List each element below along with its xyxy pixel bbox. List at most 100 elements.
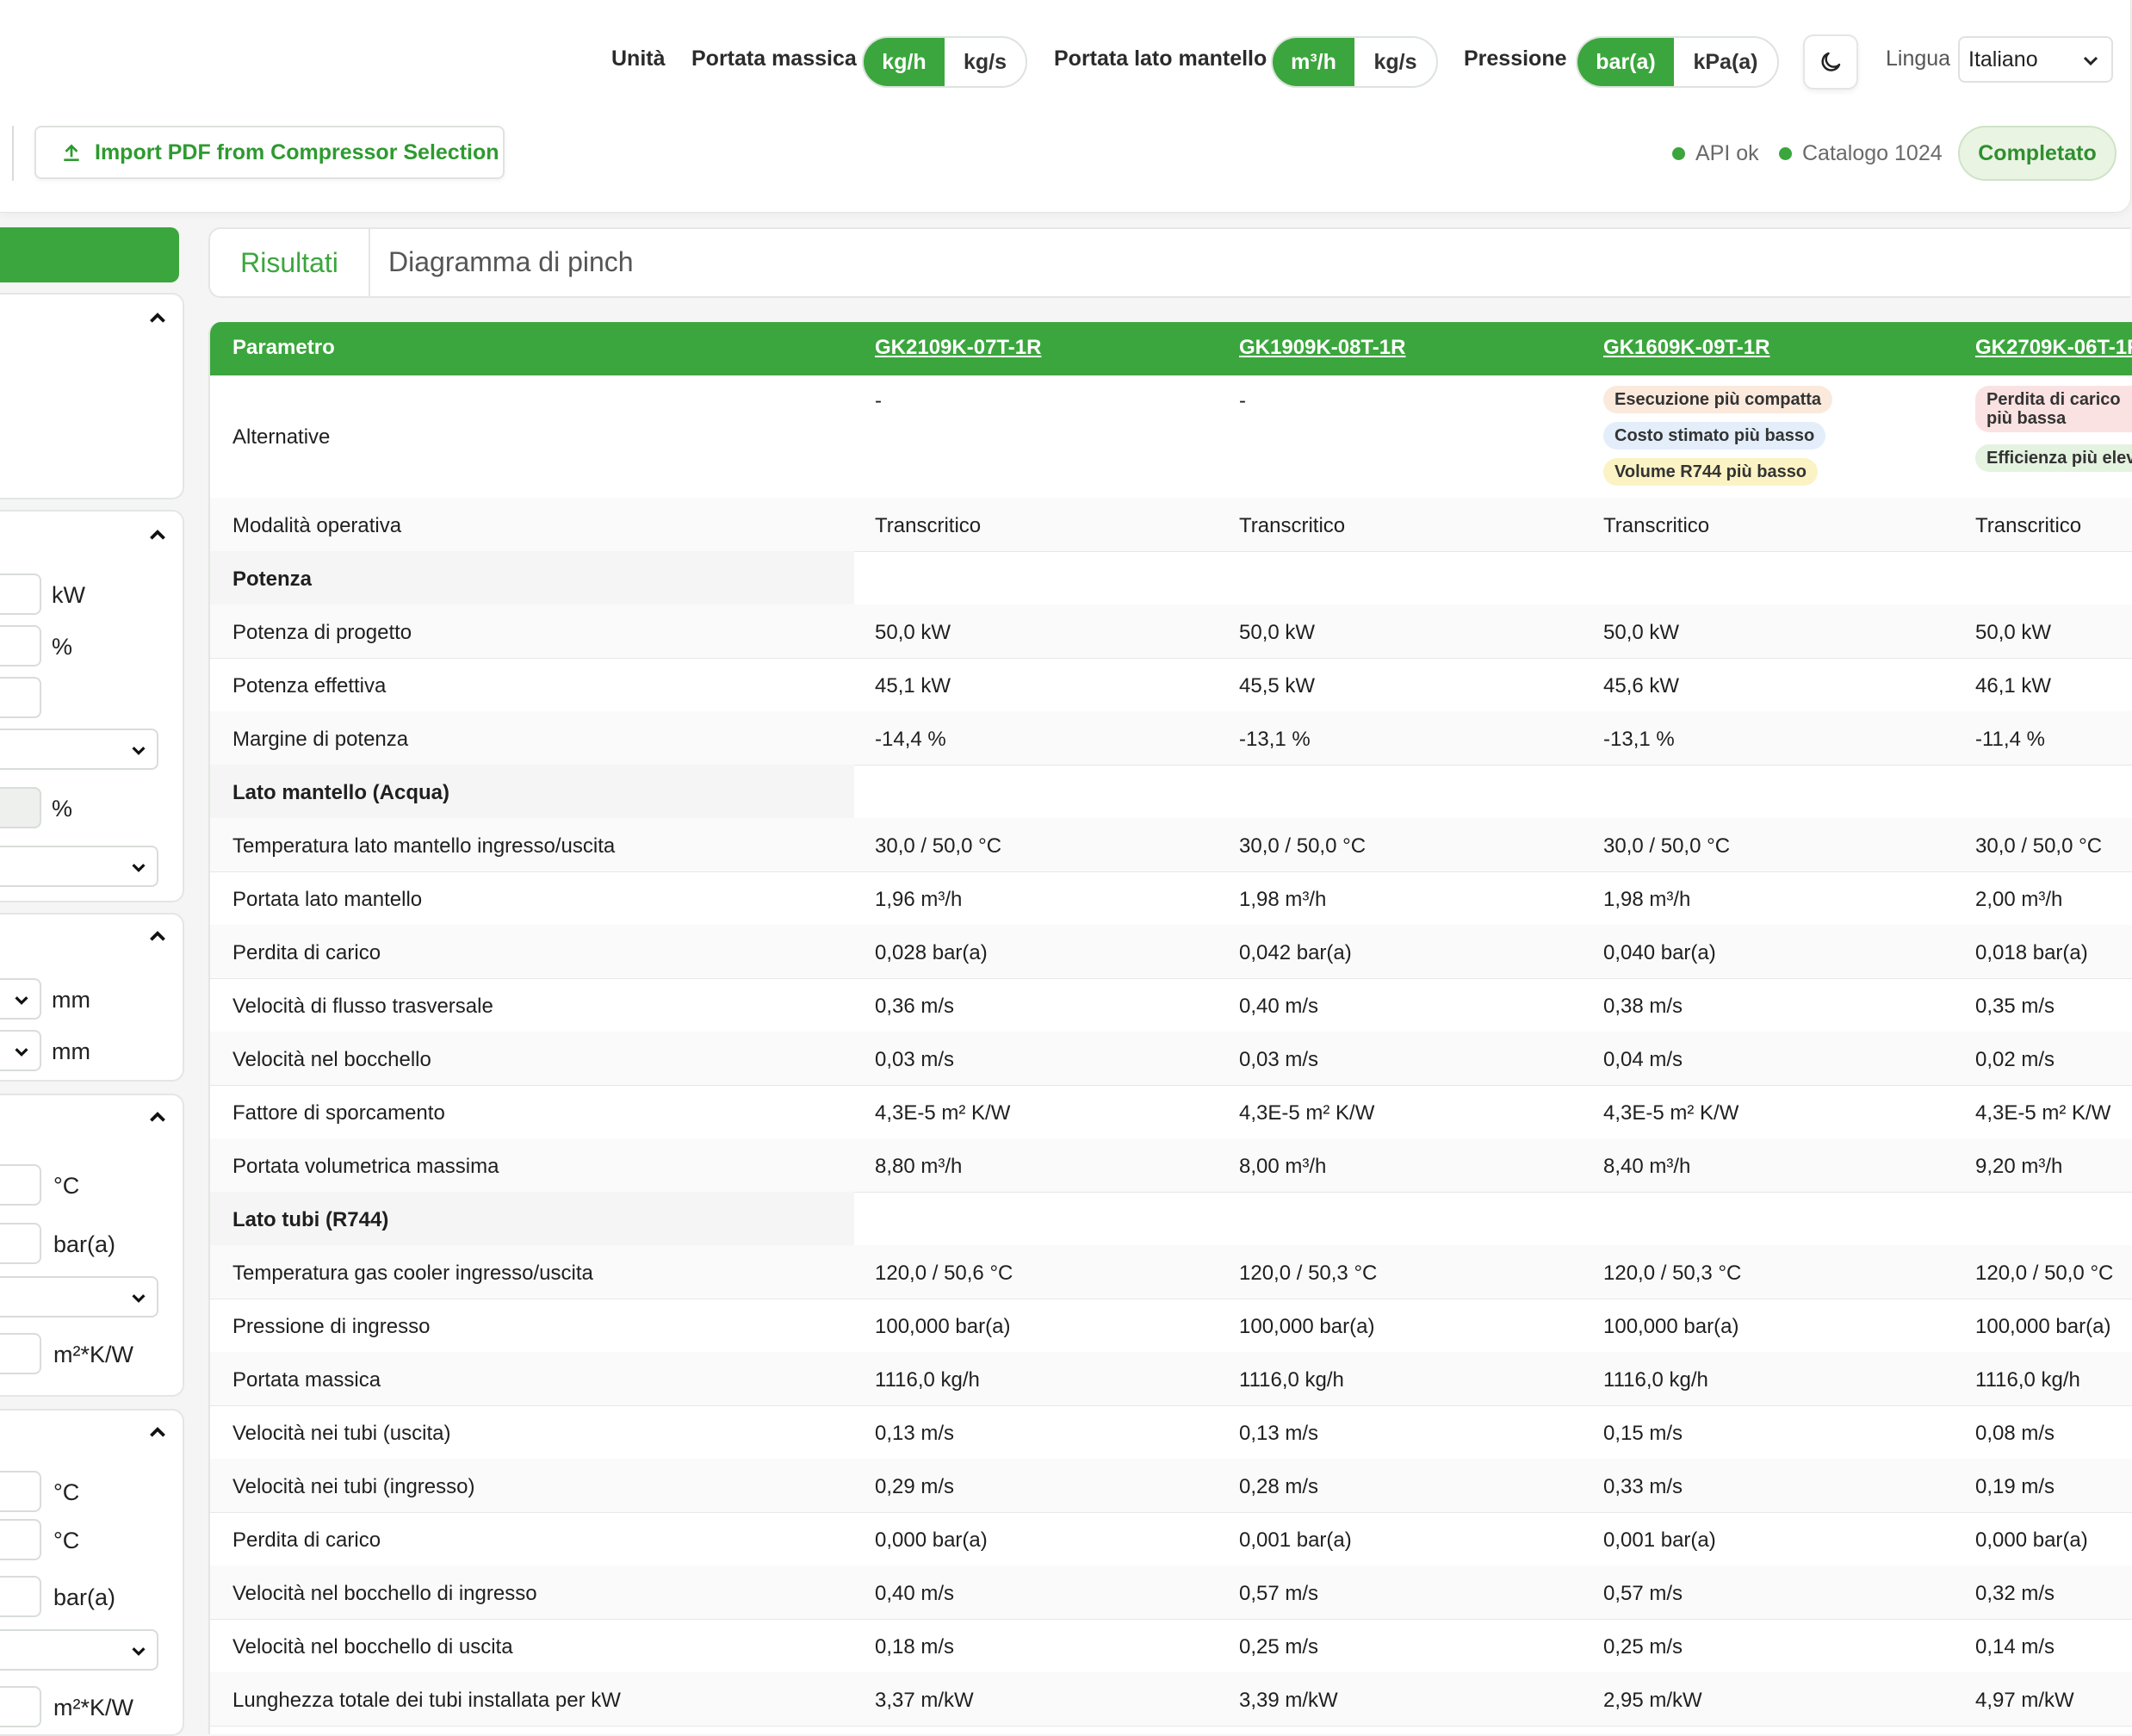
import-pdf-button[interactable]: Import PDF from Compressor Selection <box>34 126 505 179</box>
section-title: Lato tubi (R744) <box>232 1208 389 1231</box>
select-field[interactable] <box>0 728 158 770</box>
unit-label: bar(a) <box>53 1231 116 1257</box>
unit-label: °C <box>53 1528 80 1553</box>
model-link-3[interactable]: GK1609K-09T-1R <box>1603 336 1769 360</box>
table-cell: 0,36 m/s <box>875 995 955 1018</box>
pressure-input[interactable] <box>0 1576 41 1617</box>
table-cell: 100,000 bar(a) <box>1603 1315 1739 1338</box>
table-cell: 0,14 m/s <box>1975 1635 2055 1658</box>
chevron-down-icon <box>132 1647 146 1656</box>
table-cell: 1116,0 kg/h <box>1975 1368 2080 1392</box>
row-label: Portata lato mantello <box>232 888 423 911</box>
row-label: Margine di potenza <box>232 728 409 751</box>
table-cell: Transcritico <box>1975 514 2082 537</box>
unit-label: % <box>52 796 73 822</box>
table-cell: 0,40 m/s <box>1239 995 1319 1018</box>
row-label: Temperatura gas cooler ingresso/uscita <box>232 1262 593 1285</box>
table-cell: 0,018 bar(a) <box>1975 941 2088 964</box>
table-cell: 0,28 m/s <box>1239 1475 1319 1498</box>
temperature-input[interactable] <box>0 1471 41 1512</box>
table-cell: 0,57 m/s <box>1603 1582 1683 1605</box>
mass-flow-kgs-option[interactable]: kg/s <box>945 38 1026 86</box>
power-input[interactable] <box>0 574 41 615</box>
row-label: Velocità nel bocchello <box>232 1048 431 1071</box>
model-link-2[interactable]: GK1909K-08T-1R <box>1239 336 1405 360</box>
chevron-down-icon <box>132 747 146 755</box>
table-cell: 45,6 kW <box>1603 674 1680 698</box>
tab-pinch-diagram[interactable]: Diagramma di pinch <box>388 246 634 278</box>
length-select[interactable] <box>0 1030 41 1071</box>
pressure-bar-option[interactable]: bar(a) <box>1577 38 1674 86</box>
table-cell: 4,3E-5 m² K/W <box>1239 1101 1375 1125</box>
select-field[interactable] <box>0 1276 158 1318</box>
select-field[interactable] <box>0 1629 158 1671</box>
table-cell: 0,13 m/s <box>1239 1422 1319 1445</box>
chevron-down-icon <box>132 864 146 872</box>
table-row: Margine di potenza -14,4 % -13,1 % -13,1 % -… <box>210 711 2132 766</box>
row-label: Velocità di flusso trasversale <box>232 995 493 1018</box>
table-cell: 8,80 m³/h <box>875 1155 963 1178</box>
unit-label: °C <box>53 1173 80 1199</box>
badge-compact: Esecuzione più compatta <box>1603 386 1833 413</box>
row-label: Velocità nel bocchello di uscita <box>232 1635 513 1658</box>
unit-label: kW <box>52 582 85 608</box>
catalog-status: Catalogo 1024 <box>1779 141 1943 166</box>
chevron-up-icon[interactable] <box>146 1106 169 1128</box>
table-cell: 0,25 m/s <box>1603 1635 1683 1658</box>
table-row-alternatives: Alternative - - Esecuzione più compatta … <box>210 375 2132 499</box>
dark-mode-button[interactable] <box>1803 34 1858 90</box>
margin-input[interactable] <box>0 625 41 666</box>
moon-icon <box>1821 52 1841 71</box>
table-cell: 0,25 m/s <box>1239 1635 1319 1658</box>
table-cell: -13,1 % <box>1603 728 1675 751</box>
pressure-kpa-option[interactable]: kPa(a) <box>1674 38 1777 86</box>
unit-label: °C <box>53 1479 80 1505</box>
table-cell: 1,96 m³/h <box>875 888 963 911</box>
pressure-input[interactable] <box>0 1223 41 1264</box>
table-cell: 2,00 m³/h <box>1975 888 2063 911</box>
table-cell: 50,0 kW <box>1239 621 1316 644</box>
row-label: Velocità nei tubi (ingresso) <box>232 1475 475 1498</box>
table-cell: 0,042 bar(a) <box>1239 941 1352 964</box>
shell-flow-kgs-option[interactable]: kg/s <box>1354 38 1436 86</box>
diameter-select[interactable] <box>0 978 41 1020</box>
table-cell: Transcritico <box>1239 514 1346 537</box>
chevron-up-icon[interactable] <box>146 925 169 947</box>
mass-flow-toggle: kg/h kg/s <box>862 36 1027 88</box>
select-field[interactable] <box>0 846 158 887</box>
column-header-parameter: Parametro <box>232 336 335 359</box>
chevron-up-icon[interactable] <box>146 1421 169 1443</box>
input-field[interactable] <box>0 677 41 718</box>
shell-flow-m3h-option[interactable]: m³/h <box>1273 38 1354 86</box>
chevron-up-icon[interactable] <box>146 307 169 329</box>
tab-results[interactable]: Risultati <box>210 229 370 296</box>
top-toolbar: Unità Portata massica kg/h kg/s Portata … <box>0 0 2131 213</box>
table-cell: Transcritico <box>875 514 982 537</box>
fouling-input[interactable] <box>0 1686 41 1727</box>
table-cell: 2,95 m/kW <box>1603 1689 1702 1712</box>
temperature-input[interactable] <box>0 1519 41 1560</box>
table-cell: 0,18 m/s <box>875 1635 955 1658</box>
model-link-4[interactable]: GK2709K-06T-1R <box>1975 336 2132 360</box>
model-link-1[interactable]: GK2109K-07T-1R <box>875 336 1041 360</box>
completed-button[interactable]: Completato <box>1958 126 2117 181</box>
mass-flow-kgh-option[interactable]: kg/h <box>864 38 945 86</box>
readonly-input <box>0 787 41 828</box>
fouling-input[interactable] <box>0 1333 41 1374</box>
table-cell: -13,1 % <box>1239 728 1311 751</box>
table-cell: 0,000 bar(a) <box>875 1528 988 1552</box>
chevron-up-icon[interactable] <box>146 524 169 546</box>
row-label: Pressione di ingresso <box>232 1315 431 1338</box>
table-cell: 0,40 m/s <box>875 1582 955 1605</box>
left-card-5: °C °C bar(a) m²*K/W <box>0 1409 184 1736</box>
table-cell: 0,03 m/s <box>875 1048 955 1071</box>
table-cell: 8,00 m³/h <box>1239 1155 1327 1178</box>
temperature-input[interactable] <box>0 1164 41 1206</box>
status-dot-icon <box>1779 147 1792 160</box>
calculate-button[interactable] <box>0 227 179 282</box>
table-cell: -11,4 % <box>1975 728 2045 751</box>
section-title: Lato mantello (Acqua) <box>232 781 450 804</box>
language-value: Italiano <box>1968 46 2038 71</box>
row-label: Velocità nei tubi (uscita) <box>232 1422 451 1445</box>
language-select[interactable]: Italiano <box>1958 36 2113 83</box>
